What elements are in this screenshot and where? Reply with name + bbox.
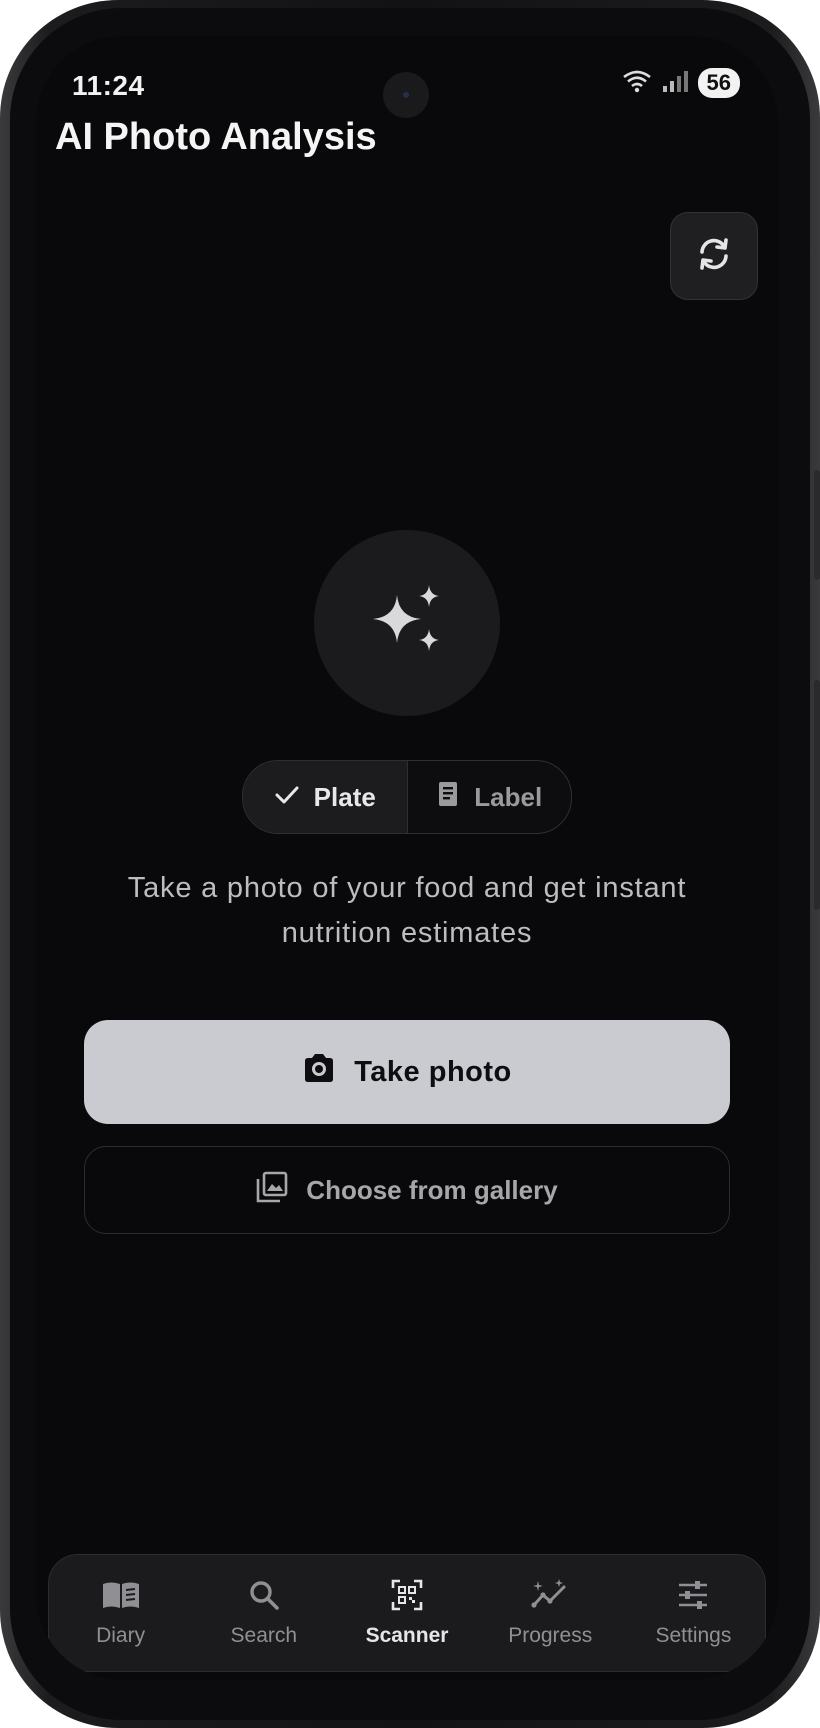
nav-item-search[interactable]: Search [192,1555,335,1671]
qr-scan-icon [391,1578,423,1612]
nav-label-settings: Settings [655,1624,732,1647]
nav-item-scanner[interactable]: Scanner [335,1555,478,1671]
status-time: 11:24 [72,70,145,101]
refresh-icon [694,234,734,279]
front-camera [383,72,429,118]
nav-item-settings[interactable]: Settings [622,1555,765,1671]
wifi-icon [622,69,652,98]
signal-icon [662,69,688,98]
nav-label-progress: Progress [508,1624,593,1647]
battery-badge: 56 [697,68,740,98]
instruction-text: Take a photo of your food and get instan… [127,872,687,949]
label-mode-label: Label [474,781,543,812]
take-photo-label: Take photo [354,1055,512,1088]
status-bar: 11:24 56 [36,52,778,118]
receipt-icon [436,780,460,815]
nav-item-progress[interactable]: Progress [479,1555,622,1671]
checkmark-icon [274,782,300,813]
page-title: AI Photo Analysis [55,116,377,158]
nav-label-scanner: Scanner [365,1624,449,1647]
plate-mode-option[interactable]: Plate [243,761,408,833]
screen: 11:24 56 AI Photo Analysis Plate Label T… [36,36,778,1680]
take-photo-button[interactable]: Take photo [84,1020,730,1124]
ai-badge [314,530,500,716]
sliders-icon [677,1578,709,1612]
label-mode-option[interactable]: Label [408,761,572,833]
gallery-label: Choose from gallery [306,1174,558,1205]
power-button [814,680,820,910]
nav-item-diary[interactable]: Diary [49,1555,192,1671]
camera-icon [302,1053,336,1091]
book-icon [101,1578,141,1612]
sparkles-icon [367,581,447,666]
plate-mode-label: Plate [313,781,376,812]
volume-button [814,470,820,580]
status-icons: 56 [622,68,740,98]
nav-label-diary: Diary [96,1624,146,1647]
bottom-navigation: Diary Search Scanner Progress Settings [48,1554,766,1672]
switch-camera-button[interactable] [670,212,758,300]
gallery-icon [256,1171,288,1210]
trend-icon [531,1578,569,1612]
nav-label-search: Search [230,1624,298,1647]
mode-toggle: Plate Label [242,760,572,834]
phone-frame: 11:24 56 AI Photo Analysis Plate Label T… [0,0,820,1728]
choose-gallery-button[interactable]: Choose from gallery [84,1146,730,1234]
search-icon [248,1578,280,1612]
